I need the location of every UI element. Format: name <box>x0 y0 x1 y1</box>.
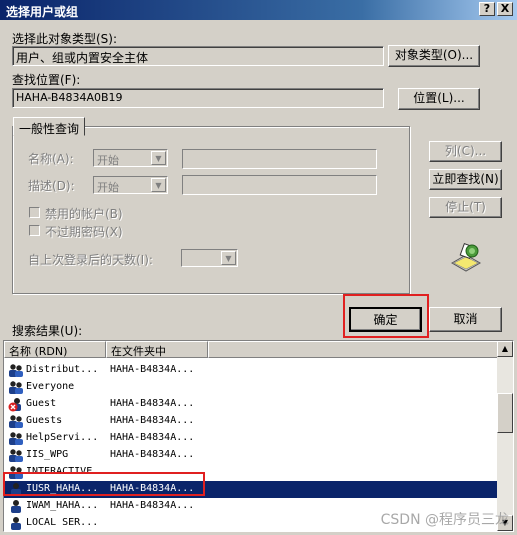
locations-button[interactable]: 位置(L)... <box>398 88 480 110</box>
no-expire-password-checkbox[interactable] <box>29 225 40 236</box>
ok-highlight-box <box>343 294 429 338</box>
close-button[interactable]: X <box>497 2 513 16</box>
disabled-accounts-checkbox[interactable] <box>29 207 40 218</box>
cancel-button[interactable]: 取消 <box>429 307 502 332</box>
selected-row-highlight-box <box>3 472 205 496</box>
group-icon <box>8 380 24 395</box>
table-row[interactable]: IIS_WPG HAHA-B4834A... <box>4 447 498 464</box>
row-folder: HAHA-B4834A... <box>110 415 195 426</box>
description-match-value: 开始 <box>97 181 119 194</box>
column-header-name[interactable]: 名称 (RDN) <box>4 341 106 358</box>
row-name: HelpServi... <box>26 432 99 443</box>
row-folder: HAHA-B4834A... <box>110 432 195 443</box>
columns-button[interactable]: 列(C)... <box>429 141 502 162</box>
row-name: Guests <box>26 415 63 426</box>
chevron-down-icon: ▼ <box>221 251 236 265</box>
tab-general-query[interactable]: 一般性查询 <box>13 117 86 136</box>
column-header-blank <box>208 341 498 358</box>
description-match-combo[interactable]: 开始 ▼ <box>93 176 168 194</box>
group-icon <box>8 414 24 429</box>
scroll-thumb[interactable] <box>497 393 513 433</box>
table-row[interactable]: Guest HAHA-B4834A... <box>4 396 498 413</box>
days-since-login-combo[interactable]: ▼ <box>181 249 238 267</box>
search-results-list[interactable]: 名称 (RDN) 在文件夹中 Distribut... HAHA-B4834A..… <box>3 340 514 532</box>
group-icon <box>8 448 24 463</box>
table-row[interactable]: Everyone <box>4 379 498 396</box>
user-icon <box>8 516 24 531</box>
days-since-login-label: 自上次登录后的天数(I): <box>28 253 153 267</box>
watermark: CSDN @程序员三龙 <box>380 512 509 528</box>
search-animation-icon <box>450 243 482 272</box>
object-type-label: 选择此对象类型(S): <box>12 32 118 46</box>
table-row[interactable]: Distribut... HAHA-B4834A... <box>4 362 498 379</box>
group-icon <box>8 363 24 378</box>
no-expire-password-label: 不过期密码(X) <box>45 225 123 239</box>
row-folder: HAHA-B4834A... <box>110 398 195 409</box>
table-row[interactable]: HelpServi... HAHA-B4834A... <box>4 430 498 447</box>
chevron-down-icon: ▼ <box>151 151 166 165</box>
location-label: 查找位置(F): <box>12 73 81 87</box>
vertical-scrollbar[interactable]: ▲ ▼ <box>497 341 513 531</box>
row-name: IIS_WPG <box>26 449 69 460</box>
row-folder: HAHA-B4834A... <box>110 500 195 511</box>
search-results-label: 搜索结果(U): <box>12 324 83 338</box>
row-name: Distribut... <box>26 364 99 375</box>
row-folder: HAHA-B4834A... <box>110 449 195 460</box>
help-button[interactable]: ? <box>479 2 495 16</box>
row-name: LOCAL SER... <box>26 517 99 528</box>
name-input[interactable] <box>182 149 377 169</box>
object-type-field: 用户、组或内置安全主体 <box>12 46 384 66</box>
name-match-combo[interactable]: 开始 ▼ <box>93 149 168 167</box>
description-input[interactable] <box>182 175 377 195</box>
scroll-up-icon[interactable]: ▲ <box>497 341 513 357</box>
table-row[interactable]: Guests HAHA-B4834A... <box>4 413 498 430</box>
stop-button[interactable]: 停止(T) <box>429 197 502 218</box>
disabled-user-icon <box>8 397 24 412</box>
row-name: Guest <box>26 398 57 409</box>
location-field: HAHA-B4834A0B19 <box>12 88 384 108</box>
row-folder: HAHA-B4834A... <box>110 364 195 375</box>
row-name: Everyone <box>26 381 75 392</box>
disabled-accounts-label: 禁用的帐户(B) <box>45 207 123 221</box>
column-header-folder[interactable]: 在文件夹中 <box>106 341 208 358</box>
chevron-down-icon: ▼ <box>151 178 166 192</box>
find-now-button[interactable]: 立即查找(N) <box>429 169 502 190</box>
row-name: IWAM_HAHA... <box>26 500 99 511</box>
user-icon <box>8 499 24 514</box>
group-icon <box>8 431 24 446</box>
title-bar: 选择用户或组 <box>0 0 517 20</box>
name-match-value: 开始 <box>97 154 119 167</box>
name-label: 名称(A): <box>28 152 74 166</box>
object-types-button[interactable]: 对象类型(O)... <box>388 45 480 67</box>
window-title: 选择用户或组 <box>6 5 79 19</box>
description-label: 描述(D): <box>28 179 75 193</box>
